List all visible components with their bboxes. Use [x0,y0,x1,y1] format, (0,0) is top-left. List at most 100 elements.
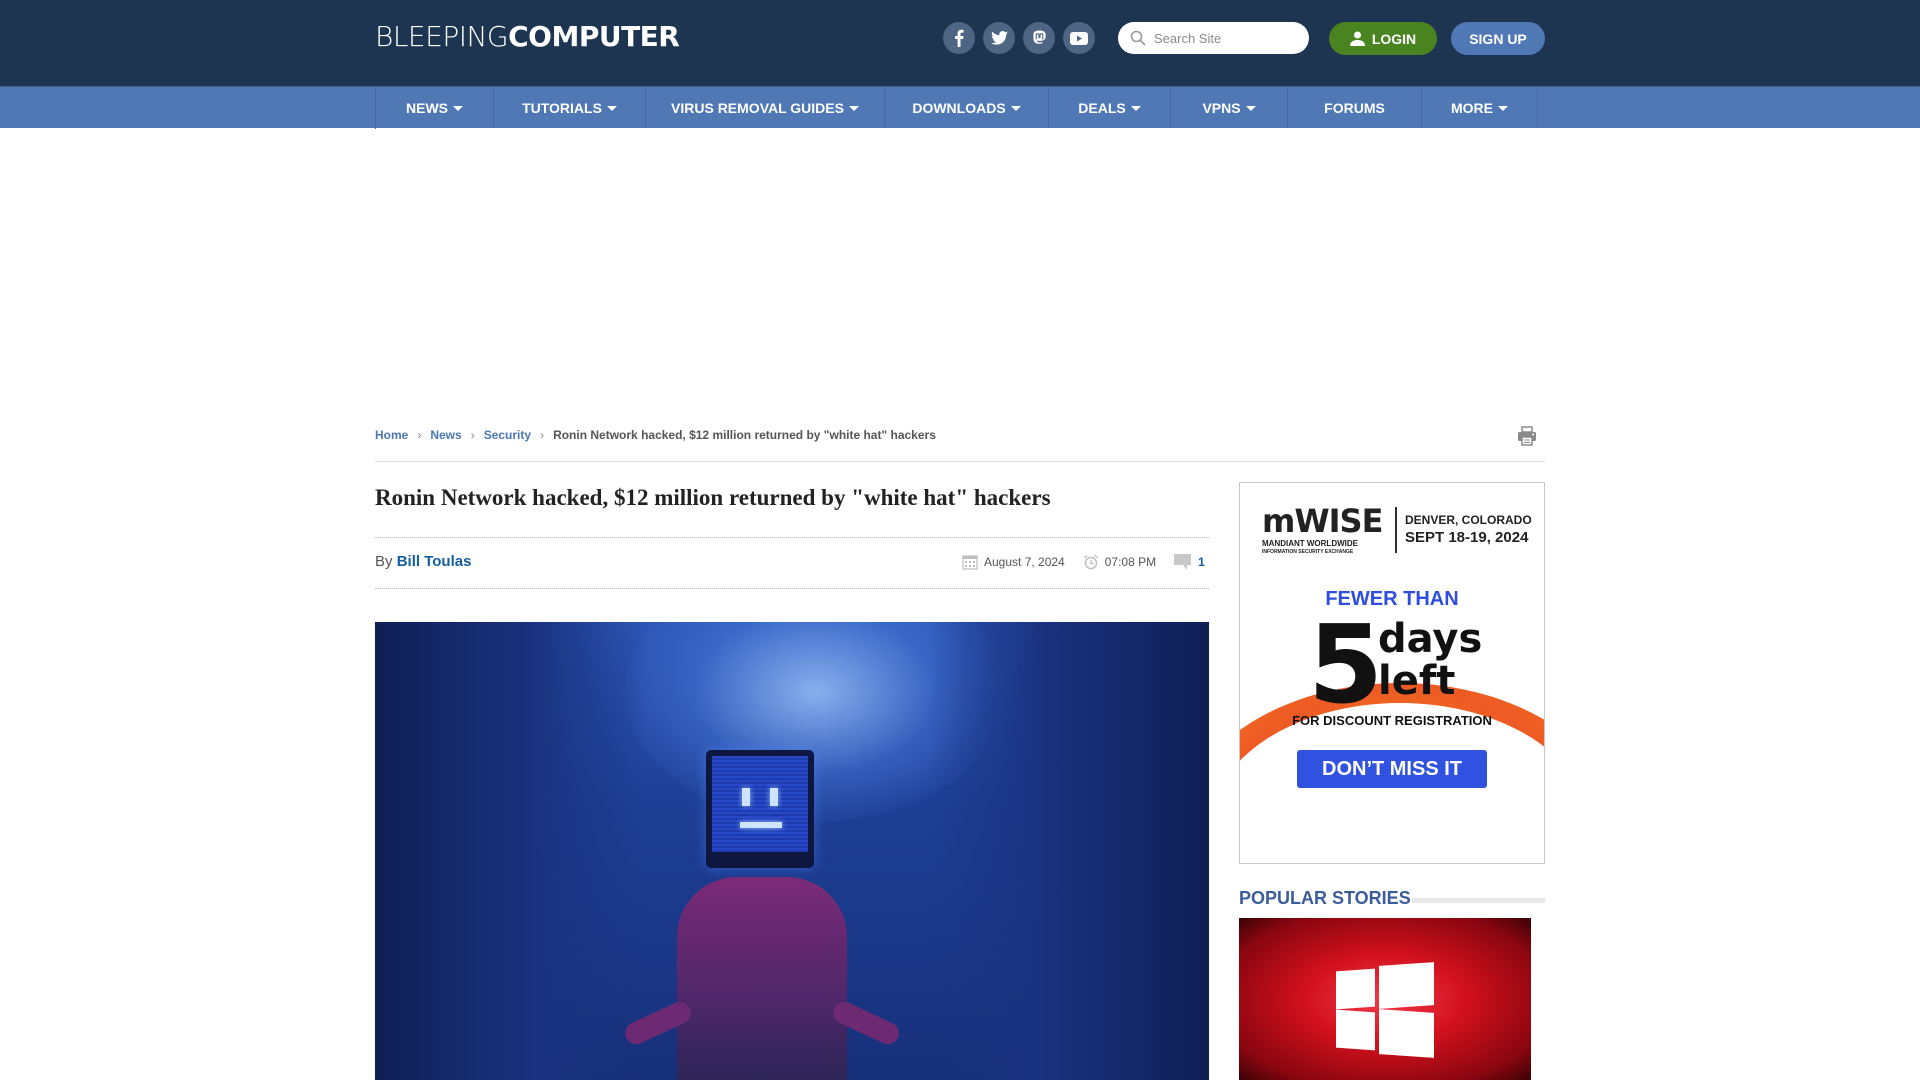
publish-time: 07:08 PM [1083,554,1156,570]
sidebar-ad[interactable]: mWISE MANDIANT WORLDWIDE INFORMATION SEC… [1239,482,1545,864]
signup-button[interactable]: SIGN UP [1451,22,1545,55]
nav-label: TUTORIALS [522,99,602,116]
date-text: August 7, 2024 [984,555,1065,569]
ad-headline: FEWER THAN [1325,588,1459,610]
hero-city-left [375,622,645,1080]
ad-brand-sub: MANDIANT WORLDWIDE [1262,539,1358,548]
windows-logo-pane [1336,1009,1375,1051]
logo-light: BLEEPING [375,20,509,53]
ad-left: left [1378,658,1456,704]
windows-logo-pane [1379,962,1434,1009]
user-icon [1349,31,1365,46]
by-label: By [375,553,393,570]
search-input[interactable] [1154,30,1304,46]
hero-figure-body [677,877,847,1080]
signup-label: SIGN UP [1469,30,1527,47]
nav-item-virus-removal-guides[interactable]: VIRUS REMOVAL GUIDES [646,87,885,128]
nav-item-forums[interactable]: FORUMS [1288,87,1422,128]
comments-link[interactable]: 1 [1174,554,1205,570]
login-label: LOGIN [1371,30,1417,47]
site-header: BLEEPINGCOMPUTER LOGIN SIGN UP [0,0,1920,86]
popular-stories-heading: POPULAR STORIES [1239,888,1411,908]
nav-item-news[interactable]: NEWS [376,87,494,128]
chevron-right-icon: › [417,428,422,442]
caret-down-icon [606,105,617,111]
breadcrumb-current: Ronin Network hacked, $12 million return… [553,428,936,442]
mastodon-icon [1032,30,1046,44]
heading-rule [1412,898,1545,903]
youtube-icon [1070,31,1088,45]
article-meta: August 7, 2024 07:08 PM 1 [962,554,1205,570]
publish-date: August 7, 2024 [962,554,1065,570]
search-box[interactable] [1118,22,1309,54]
hero-eye [742,788,750,806]
social-links [943,22,1095,54]
nav-item-tutorials[interactable]: TUTORIALS [494,87,646,128]
time-text: 07:08 PM [1104,555,1157,569]
facebook-button[interactable] [943,22,975,54]
hero-tv-head [706,750,814,868]
chevron-right-icon: › [540,428,545,442]
login-button[interactable]: LOGIN [1329,22,1437,55]
hero-tv-screen [712,756,808,852]
facebook-icon [955,29,964,47]
ad-location: DENVER, COLORADO [1405,513,1532,527]
logo-bold: COMPUTER [508,20,680,53]
divider [375,588,1209,589]
hero-smile [740,822,782,828]
hero-city-right [929,622,1209,1080]
printer-icon [1518,426,1536,446]
chevron-right-icon: › [470,428,475,442]
site-logo[interactable]: BLEEPINGCOMPUTER [375,20,680,54]
alarm-clock-icon [1083,555,1098,570]
ad-number: 5 [1308,603,1384,728]
nav-item-deals[interactable]: DEALS [1049,87,1171,128]
ad-brand-sub2: INFORMATION SECURITY EXCHANGE [1262,549,1354,555]
article-hero-image [375,622,1209,1080]
byline: By Bill Toulas [375,553,471,570]
article-title: Ronin Network hacked, $12 million return… [375,485,1051,510]
nav-label: NEWS [406,99,448,116]
breadcrumb: Home › News › Security › Ronin Network h… [375,428,936,442]
caret-down-icon [453,105,463,111]
breadcrumb-security[interactable]: Security [484,428,531,442]
comment-count: 1 [1198,555,1205,569]
ad-divider [1395,507,1397,553]
nav-label: MORE [1451,99,1493,116]
ad-subline: FOR DISCOUNT REGISTRATION [1292,713,1492,728]
author-link[interactable]: Bill Toulas [397,553,472,570]
comment-icon [1174,554,1192,570]
windows-logo-pane [1336,968,1375,1010]
caret-down-icon [848,105,859,111]
ad-days: days [1378,616,1483,662]
divider [375,461,1545,462]
caret-down-icon [1498,105,1508,111]
calendar-icon [962,555,978,570]
twitter-button[interactable] [983,22,1015,54]
nav-label: VIRUS REMOVAL GUIDES [671,99,844,116]
caret-down-icon [1130,105,1141,111]
nav-item-more[interactable]: MORE [1422,87,1538,128]
hero-eye [770,788,778,806]
ad-dates: SEPT 18-19, 2024 [1405,529,1529,546]
main-nav: NEWS TUTORIALS VIRUS REMOVAL GUIDES DOWN… [0,86,1920,129]
twitter-icon [990,31,1008,45]
nav-item-vpns[interactable]: VPNS [1171,87,1288,128]
nav-label: FORUMS [1324,99,1385,116]
popular-story-image[interactable] [1239,918,1531,1080]
caret-down-icon [1245,105,1256,111]
nav-item-downloads[interactable]: DOWNLOADS [885,87,1049,128]
youtube-button[interactable] [1063,22,1095,54]
print-button[interactable] [1516,425,1538,452]
divider [375,537,1209,538]
search-icon [1130,30,1146,46]
breadcrumb-home[interactable]: Home [375,428,408,442]
nav-label: DOWNLOADS [912,99,1006,116]
caret-down-icon [1010,105,1021,111]
nav-label: VPNS [1202,99,1241,116]
nav-label: DEALS [1078,99,1126,116]
mastodon-button[interactable] [1023,22,1055,54]
breadcrumb-news[interactable]: News [430,428,461,442]
ad-brand: mWISE [1262,502,1383,540]
ad-cta-button[interactable]: DON’T MISS IT [1297,750,1487,788]
